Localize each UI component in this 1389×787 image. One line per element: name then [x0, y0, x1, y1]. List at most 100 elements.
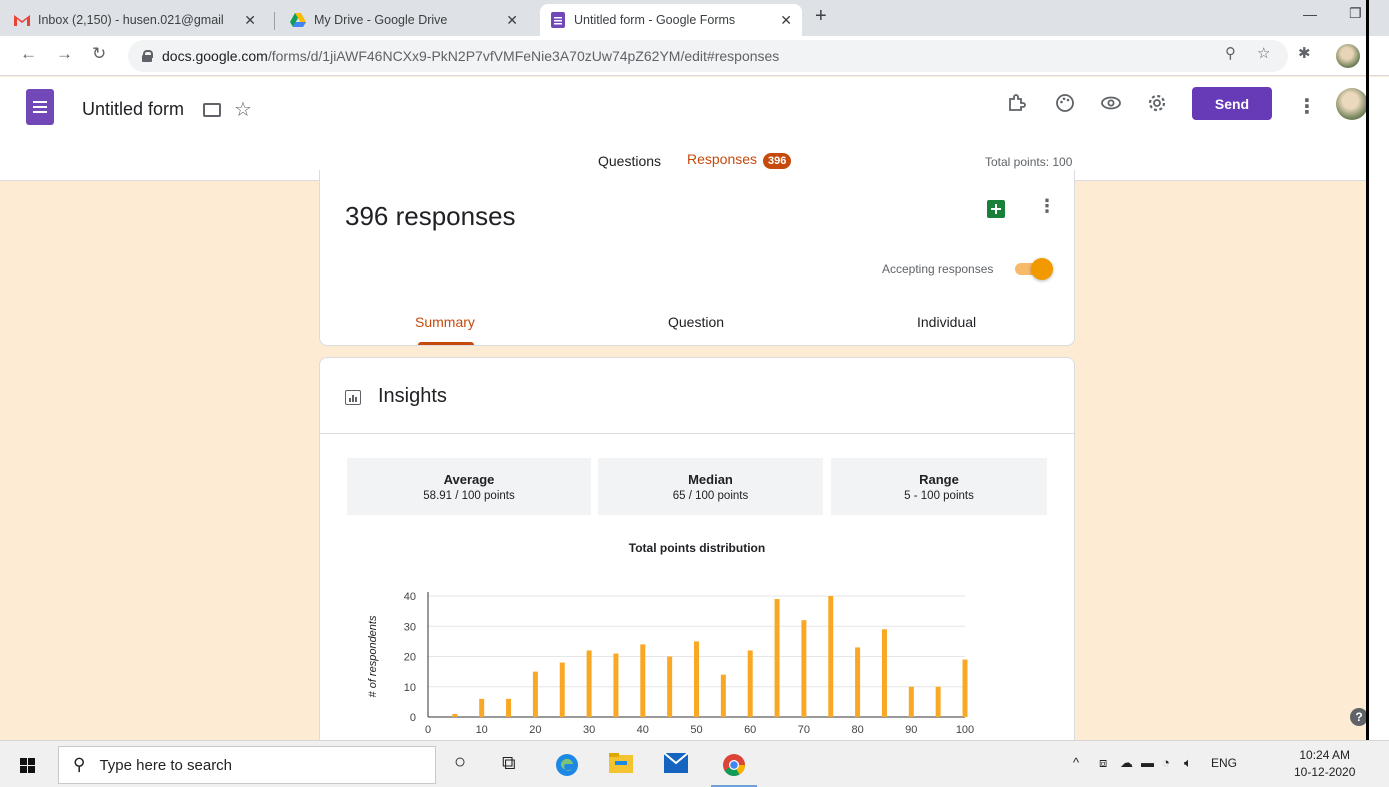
chart-bar — [479, 698, 485, 717]
forms-header: Untitled form ☆ Send ⋮ Questions Respons… — [0, 77, 1368, 181]
stat-average: Average 58.91 / 100 points — [347, 458, 591, 515]
taskbar-clock[interactable]: 10:24 AM 10-12-2020 — [1294, 747, 1355, 781]
chrome-icon[interactable] — [722, 753, 746, 783]
url-bar[interactable]: docs.google.com/forms/d/1jiAWF46NCXx9-Pk… — [128, 40, 1288, 72]
x-tick-label: 70 — [798, 724, 810, 736]
restore-icon[interactable]: ❐ — [1349, 5, 1362, 22]
response-count-heading: 396 responses — [345, 201, 516, 231]
cortana-icon[interactable]: ○ — [454, 751, 466, 774]
task-view-icon[interactable]: ⧉ — [502, 753, 516, 775]
address-bar-row: ← → ↻ docs.google.com/forms/d/1jiAWF46NC… — [0, 36, 1389, 76]
y-tick-label: 20 — [404, 652, 416, 664]
preview-eye-icon[interactable] — [1100, 93, 1122, 119]
extensions-icon[interactable]: ✱ — [1298, 44, 1311, 62]
stat-title: Median — [688, 472, 733, 487]
meet-now-icon[interactable]: ⧈ — [1099, 755, 1107, 771]
x-tick-label: 30 — [583, 724, 595, 736]
reload-icon[interactable]: ↻ — [92, 44, 106, 64]
x-tick-label: 40 — [637, 724, 649, 736]
browser-profile-avatar[interactable] — [1336, 44, 1360, 68]
accepting-responses-toggle[interactable] — [1013, 258, 1053, 280]
battery-icon[interactable]: ▬ — [1141, 755, 1154, 770]
chart-bar — [452, 713, 458, 717]
sheets-icon[interactable] — [987, 200, 1005, 218]
chart-bar — [908, 686, 914, 717]
folder-icon[interactable] — [203, 103, 221, 117]
x-tick-label: 20 — [529, 724, 541, 736]
tab-responses[interactable]: Responses 396 — [687, 151, 792, 169]
language-indicator[interactable]: ENG — [1211, 756, 1237, 770]
divider — [320, 433, 1074, 434]
taskbar-search[interactable]: ⚲ Type here to search — [58, 746, 436, 784]
new-tab-button[interactable]: + — [815, 5, 827, 28]
tab-drive[interactable]: My Drive - Google Drive ✕ — [280, 4, 528, 36]
more-options-icon[interactable]: ⋮ — [1297, 94, 1317, 119]
subtab-individual[interactable]: Individual — [917, 314, 976, 330]
url-host: docs.google.com — [162, 48, 268, 64]
onedrive-icon[interactable]: ☁ — [1120, 755, 1133, 771]
chart-bar — [586, 650, 592, 717]
volume-icon[interactable]: 🔈︎ — [1184, 755, 1192, 771]
subtab-question[interactable]: Question — [668, 314, 724, 330]
tab-responses-label: Responses — [687, 151, 758, 167]
palette-icon[interactable] — [1055, 93, 1075, 119]
chart-bar — [720, 674, 726, 717]
tab-gmail[interactable]: Inbox (2,150) - husen.021@gmail ✕ — [4, 4, 266, 36]
chart-bar — [881, 629, 887, 717]
forms-logo-icon[interactable] — [26, 89, 54, 125]
chart-bar — [667, 656, 673, 717]
clock-time: 10:24 AM — [1299, 748, 1351, 762]
star-icon[interactable]: ☆ — [234, 97, 252, 122]
close-icon[interactable]: ✕ — [244, 12, 256, 29]
chart-bar — [855, 647, 861, 717]
y-tick-label: 30 — [404, 621, 416, 633]
forward-icon[interactable]: → — [56, 44, 73, 64]
tab-forms[interactable]: Untitled form - Google Forms ✕ — [540, 4, 802, 36]
tray-chevron-icon[interactable]: ^ — [1073, 755, 1079, 770]
mail-icon[interactable] — [663, 752, 689, 779]
responses-count-badge: 396 — [763, 153, 792, 169]
y-tick-label: 0 — [410, 712, 416, 724]
stat-range: Range 5 - 100 points — [831, 458, 1047, 515]
close-icon[interactable]: ✕ — [506, 12, 518, 29]
y-tick-label: 40 — [404, 591, 416, 603]
back-icon[interactable]: ← — [20, 44, 37, 64]
responses-more-icon[interactable]: ⋮ — [1038, 196, 1056, 217]
points-distribution-chart: 0 10 20 30 40 0 10 20 30 40 50 60 70 80 90 100 # of resp… — [367, 591, 974, 736]
edge-icon[interactable] — [555, 753, 579, 783]
chart-bar — [506, 698, 512, 717]
x-tick-label: 10 — [476, 724, 488, 736]
avatar[interactable] — [1336, 88, 1368, 120]
chart-bar — [801, 620, 807, 717]
settings-gear-icon[interactable] — [1147, 93, 1167, 119]
x-tick-label: 90 — [905, 724, 917, 736]
browser-tab-strip: Inbox (2,150) - husen.021@gmail ✕ My Dri… — [0, 0, 1389, 36]
stat-value: 5 - 100 points — [904, 490, 974, 502]
chart-bar — [613, 653, 619, 717]
chart-bar — [935, 686, 941, 717]
file-explorer-icon[interactable] — [609, 753, 633, 779]
zoom-icon[interactable]: ⚲ — [1225, 44, 1236, 62]
window-edge — [1366, 0, 1369, 787]
bookmark-star-icon[interactable]: ☆ — [1257, 44, 1270, 62]
chart-bar — [962, 659, 968, 717]
accepting-responses-label: Accepting responses — [882, 262, 994, 276]
tab-title: My Drive - Google Drive — [314, 13, 448, 27]
responses-card: 396 responses ⋮ Accepting responses Summ… — [319, 170, 1075, 346]
tab-questions[interactable]: Questions — [598, 153, 661, 169]
send-button[interactable]: Send — [1192, 87, 1272, 120]
windows-taskbar: ⚲ Type here to search ○ ⧉ ^ ⧈ ☁ ▬ ◔ 🔈︎ E… — [0, 740, 1389, 787]
close-icon[interactable]: ✕ — [780, 12, 792, 29]
addons-icon[interactable] — [1006, 93, 1026, 119]
minimize-icon[interactable]: — — [1303, 6, 1317, 22]
form-title[interactable]: Untitled form — [82, 99, 184, 120]
x-tick-label: 60 — [744, 724, 756, 736]
insights-chart-icon — [345, 390, 361, 405]
stat-value: 58.91 / 100 points — [423, 490, 515, 502]
page-scrollbar[interactable] — [1368, 77, 1389, 740]
subtab-summary[interactable]: Summary — [415, 314, 475, 330]
wifi-icon[interactable]: ◔ — [1162, 755, 1170, 770]
chart-bar — [828, 596, 834, 717]
windows-start-icon[interactable] — [20, 758, 36, 774]
taskbar-search-placeholder: Type here to search — [99, 756, 233, 774]
